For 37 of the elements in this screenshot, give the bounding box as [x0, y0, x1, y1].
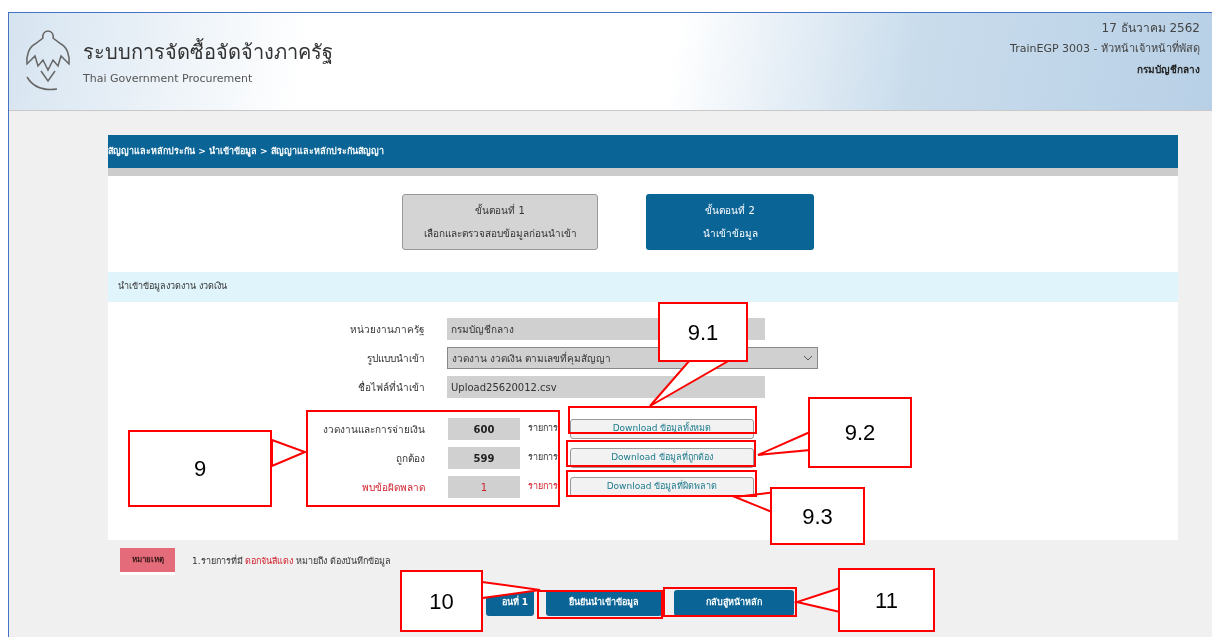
count-label: พบข้อผิดพลาด: [361, 480, 425, 495]
action-button[interactable]: กลับสู่หน้าหลัก: [674, 590, 794, 616]
unit-text: รายการ: [528, 451, 559, 465]
count-value: 599: [448, 447, 520, 469]
chevron-down-icon: [803, 355, 813, 361]
download-button[interactable]: Download ข้อมูลทั้งหมด: [570, 419, 754, 439]
callout-pointer: [271, 438, 308, 468]
field-label: ชื่อไฟล์ที่นำเข้า: [357, 379, 425, 395]
callout-tooltip: 9.1: [658, 302, 748, 362]
step-tab[interactable]: ขั้นตอนที่ 2 นำเข้าข้อมูล: [646, 194, 814, 250]
callout-tooltip: 11: [838, 568, 935, 632]
department-name: กรมบัญชีกลาง: [1137, 62, 1200, 77]
count-label: งวดงานและการจ่ายเงิน: [322, 422, 425, 437]
callout-tooltip: 9.2: [808, 397, 912, 468]
download-button[interactable]: Download ข้อมูลที่ถูกต้อง: [570, 448, 754, 468]
action-button[interactable]: ยืนยันนำเข้าข้อมูล: [546, 590, 662, 616]
field-label: รูปแบบนำเข้า: [366, 351, 425, 366]
note-badge: หมายเหตุ: [120, 548, 175, 575]
user-info: TrainEGP 3003 - หัวหน้าเจ้าหน้าที่พัสดุ: [1010, 41, 1200, 57]
download-button[interactable]: Download ข้อมูลที่ผิดพลาด: [570, 477, 754, 497]
unit-text: รายการ: [528, 422, 559, 436]
breadcrumb: สัญญาและหลักประกัน > นำเข้าข้อมูล > สัญญาและหลักประกันสัญญา: [108, 144, 384, 159]
site-title: ระบบการจัดซื้อจัดจ้างภาครัฐ: [83, 39, 333, 65]
field-label: หน่วยงานภาครัฐ: [349, 322, 425, 337]
step-tab[interactable]: ขั้นตอนที่ 1 เลือกและตรวจสอบข้อมูลก่อนนำเข้า: [402, 194, 598, 250]
callout-tooltip: 9: [128, 430, 272, 507]
unit-text: รายการ: [528, 480, 559, 494]
callout-tooltip: 10: [400, 570, 483, 632]
date-text: 17 ธันวาคม 2562: [1101, 20, 1200, 37]
count-label: ถูกต้อง: [395, 451, 425, 466]
count-value: 1: [448, 476, 520, 498]
input-field[interactable]: Upload25620012.csv: [447, 376, 765, 398]
callout-pointer: [757, 430, 811, 456]
section-title: นำเข้าข้อมูลงวดงาน งวดเงิน: [118, 280, 227, 294]
count-value: 600: [448, 418, 520, 440]
site-subtitle: Thai Government Procurement: [83, 71, 254, 87]
note-text: 1.รายการที่มี ดอกจันสีแดง หมายถึง ต้องบันทึกข้อมูล: [192, 554, 392, 569]
